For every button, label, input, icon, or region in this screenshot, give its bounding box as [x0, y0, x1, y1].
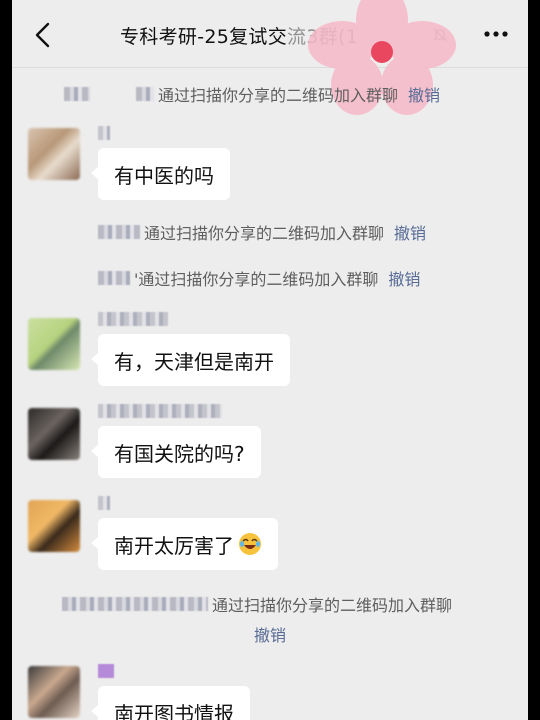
system-message: 通过扫描你分享的二维码加入群聊 [62, 592, 452, 616]
blurred-user-name [64, 87, 90, 101]
system-message-text: 通过扫描你分享的二维码加入群聊 [144, 224, 385, 243]
system-message: 通过扫描你分享的二维码加入群聊 撤销 [64, 82, 440, 106]
message-bubble[interactable]: 南开图书情报 [91, 686, 250, 720]
system-message: 通过扫描你分享的二维码加入群聊 撤销 [98, 220, 426, 244]
more-options-icon[interactable] [482, 24, 510, 44]
chat-title: 专科考研-25复试交流3群(1 [120, 22, 358, 49]
message-bubble[interactable]: 南开太厉害了 [91, 518, 278, 570]
blurred-user-name [62, 597, 208, 611]
system-message-text: 通过扫描你分享的二维码加入群聊 [212, 596, 453, 615]
bell-off-icon [433, 28, 447, 42]
system-message-text: 通过扫描你分享的二维码加入群聊 [158, 86, 399, 105]
avatar[interactable] [28, 666, 80, 718]
message-text: 南开太厉害了 [114, 533, 234, 558]
revoke-link[interactable]: 撤销 [254, 622, 286, 646]
message-bubble[interactable]: 有国关院的吗? [91, 426, 261, 478]
chat-screen: 专科考研-25复试交流3群(1 通过扫描你分享的二维码加入群聊 撤销 有中医的吗… [12, 0, 528, 720]
chat-title-obscured: 流3群(1 [287, 26, 359, 48]
avatar[interactable] [28, 408, 80, 460]
blurred-sender-name [98, 312, 168, 326]
message-bubble[interactable]: 有，天津但是南开 [91, 334, 290, 386]
system-message: '通过扫描你分享的二维码加入群聊 撤销 [98, 266, 420, 290]
blurred-user-name [136, 87, 154, 101]
revoke-link[interactable]: 撤销 [394, 220, 426, 244]
chat-header: 专科考研-25复试交流3群(1 [12, 0, 528, 68]
chat-title-text: 专科考研-25复试交 [120, 26, 288, 48]
avatar[interactable] [28, 500, 80, 552]
blurred-user-name [98, 225, 140, 239]
blurred-sender-name [98, 496, 110, 510]
blurred-user-name [98, 271, 130, 285]
message-text: 有中医的吗 [114, 163, 214, 188]
laughing-crying-face-icon [239, 533, 261, 555]
blurred-sender-name [98, 664, 114, 678]
avatar[interactable] [28, 318, 80, 370]
message-bubble[interactable]: 有中医的吗 [91, 148, 230, 200]
revoke-link[interactable]: 撤销 [388, 266, 420, 290]
back-chevron-icon[interactable] [32, 22, 54, 48]
message-text: 有国关院的吗? [114, 441, 245, 466]
revoke-link[interactable]: 撤销 [408, 82, 440, 106]
blurred-sender-name [98, 126, 110, 140]
message-text: 南开图书情报 [114, 701, 234, 720]
system-message-action-row: 撤销 [254, 622, 286, 646]
system-message-text: '通过扫描你分享的二维码加入群聊 [134, 270, 379, 289]
avatar[interactable] [28, 128, 80, 180]
blurred-sender-name [98, 404, 222, 418]
message-text: 有，天津但是南开 [114, 349, 274, 374]
